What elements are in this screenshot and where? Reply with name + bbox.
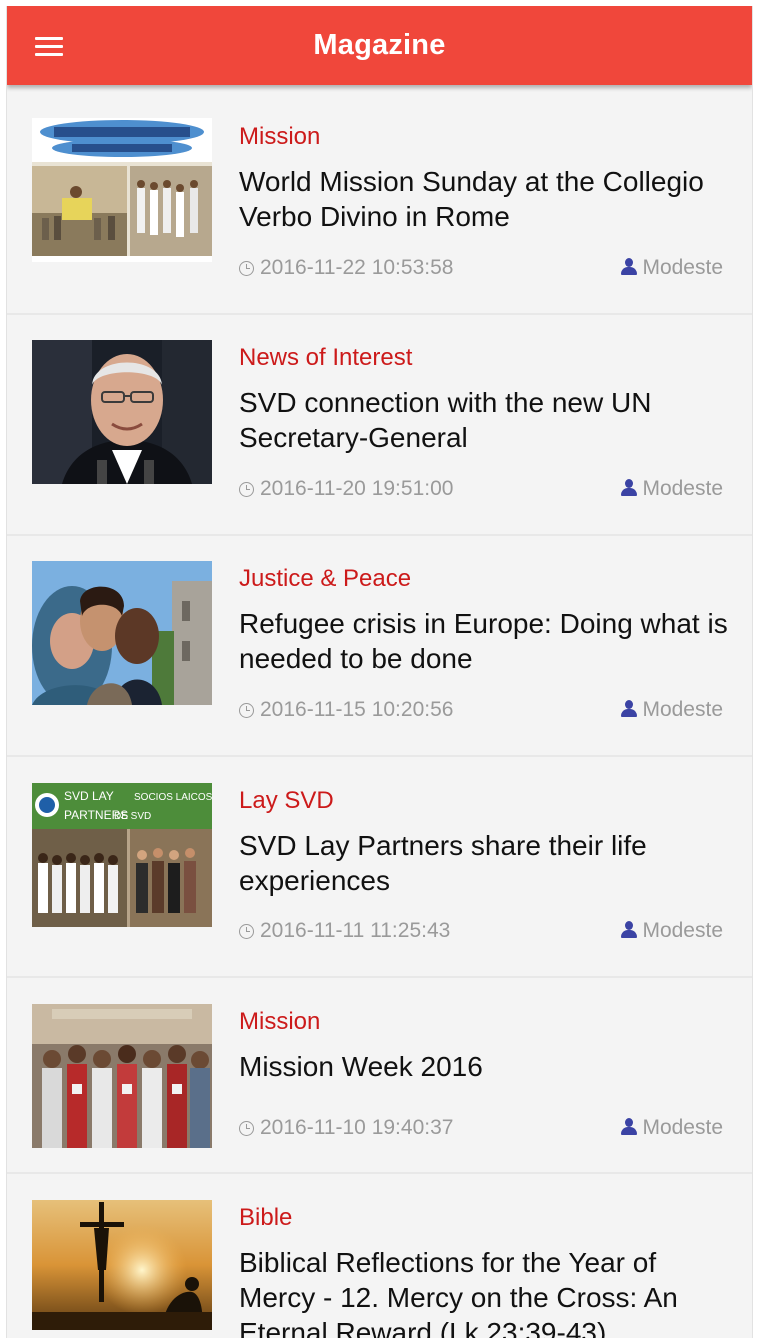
article-date-text: 2016-11-22 10:53:58: [260, 256, 454, 279]
article-date-text: 2016-11-20 19:51:00: [260, 477, 454, 500]
page-title: Magazine: [313, 29, 446, 61]
article-author[interactable]: Modeste: [621, 698, 723, 722]
user-icon: [621, 700, 638, 717]
article-thumbnail: [32, 1004, 212, 1148]
article-date: 2016-11-20 19:51:00: [239, 477, 453, 501]
article-date: 2016-11-11 11:25:43: [239, 919, 450, 943]
app-bar: Magazine: [7, 6, 752, 85]
article-title[interactable]: SVD Lay Partners share their life experi…: [239, 828, 729, 898]
clock-icon: [239, 924, 254, 939]
user-icon: [621, 479, 638, 496]
article-thumbnail: SVD LAY PARTNERS SOCIOS LAICOS DE SVD: [32, 783, 212, 927]
user-icon: [621, 258, 638, 275]
article-date-text: 2016-11-11 11:25:43: [260, 919, 451, 942]
article-card[interactable]: Justice & Peace Refugee crisis in Europe…: [7, 536, 752, 757]
article-title[interactable]: SVD connection with the new UN Secretary…: [239, 385, 729, 455]
article-category: Lay SVD: [239, 787, 334, 814]
article-title[interactable]: Biblical Reflections for the Year of Mer…: [239, 1245, 729, 1338]
article-date-text: 2016-11-15 10:20:56: [260, 698, 454, 721]
article-category: News of Interest: [239, 344, 413, 371]
app-screen: Magazine Mission World Mission Sunday at…: [6, 6, 753, 1338]
article-title[interactable]: Refugee crisis in Europe: Doing what is …: [239, 606, 729, 676]
article-card[interactable]: Mission Mission Week 2016 2016-11-10 19:…: [7, 978, 752, 1174]
article-title[interactable]: World Mission Sunday at the Collegio Ver…: [239, 164, 729, 234]
article-author-text: Modeste: [642, 1116, 723, 1139]
article-category: Justice & Peace: [239, 565, 412, 592]
article-thumbnail: [32, 561, 212, 705]
article-title[interactable]: Mission Week 2016: [239, 1049, 729, 1084]
user-icon: [621, 1118, 638, 1135]
article-date: 2016-11-10 19:40:37: [239, 1116, 453, 1140]
article-date: 2016-11-15 10:20:56: [239, 698, 453, 722]
article-author[interactable]: Modeste: [621, 477, 723, 501]
article-category: Mission: [239, 1008, 321, 1035]
article-author[interactable]: Modeste: [621, 256, 723, 280]
article-card[interactable]: SVD LAY PARTNERS SOCIOS LAICOS DE SVD La…: [7, 757, 752, 978]
article-author[interactable]: Modeste: [621, 919, 723, 943]
clock-icon: [239, 703, 254, 718]
clock-icon: [239, 261, 254, 276]
article-author-text: Modeste: [642, 256, 723, 279]
article-author-text: Modeste: [642, 698, 723, 721]
article-thumbnail: [32, 118, 212, 262]
article-category: Mission: [239, 123, 321, 150]
article-author[interactable]: Modeste: [621, 1116, 723, 1140]
article-category: Bible: [239, 1204, 293, 1231]
article-date: 2016-11-22 10:53:58: [239, 256, 453, 280]
user-icon: [621, 921, 638, 938]
clock-icon: [239, 1121, 254, 1136]
thumbnail-banner-text: DE SVD: [114, 811, 151, 822]
article-date-text: 2016-11-10 19:40:37: [260, 1116, 454, 1139]
article-author-text: Modeste: [642, 477, 723, 500]
article-author-text: Modeste: [642, 919, 723, 942]
thumbnail-banner-text: SVD LAY: [64, 789, 114, 803]
clock-icon: [239, 482, 254, 497]
article-thumbnail: [32, 1200, 212, 1330]
article-card[interactable]: News of Interest SVD connection with the…: [7, 315, 752, 536]
thumbnail-banner-text: SOCIOS LAICOS: [134, 792, 212, 803]
article-card[interactable]: Mission World Mission Sunday at the Coll…: [7, 85, 752, 315]
article-card[interactable]: Bible Biblical Reflections for the Year …: [7, 1174, 752, 1338]
article-thumbnail: [32, 340, 212, 484]
